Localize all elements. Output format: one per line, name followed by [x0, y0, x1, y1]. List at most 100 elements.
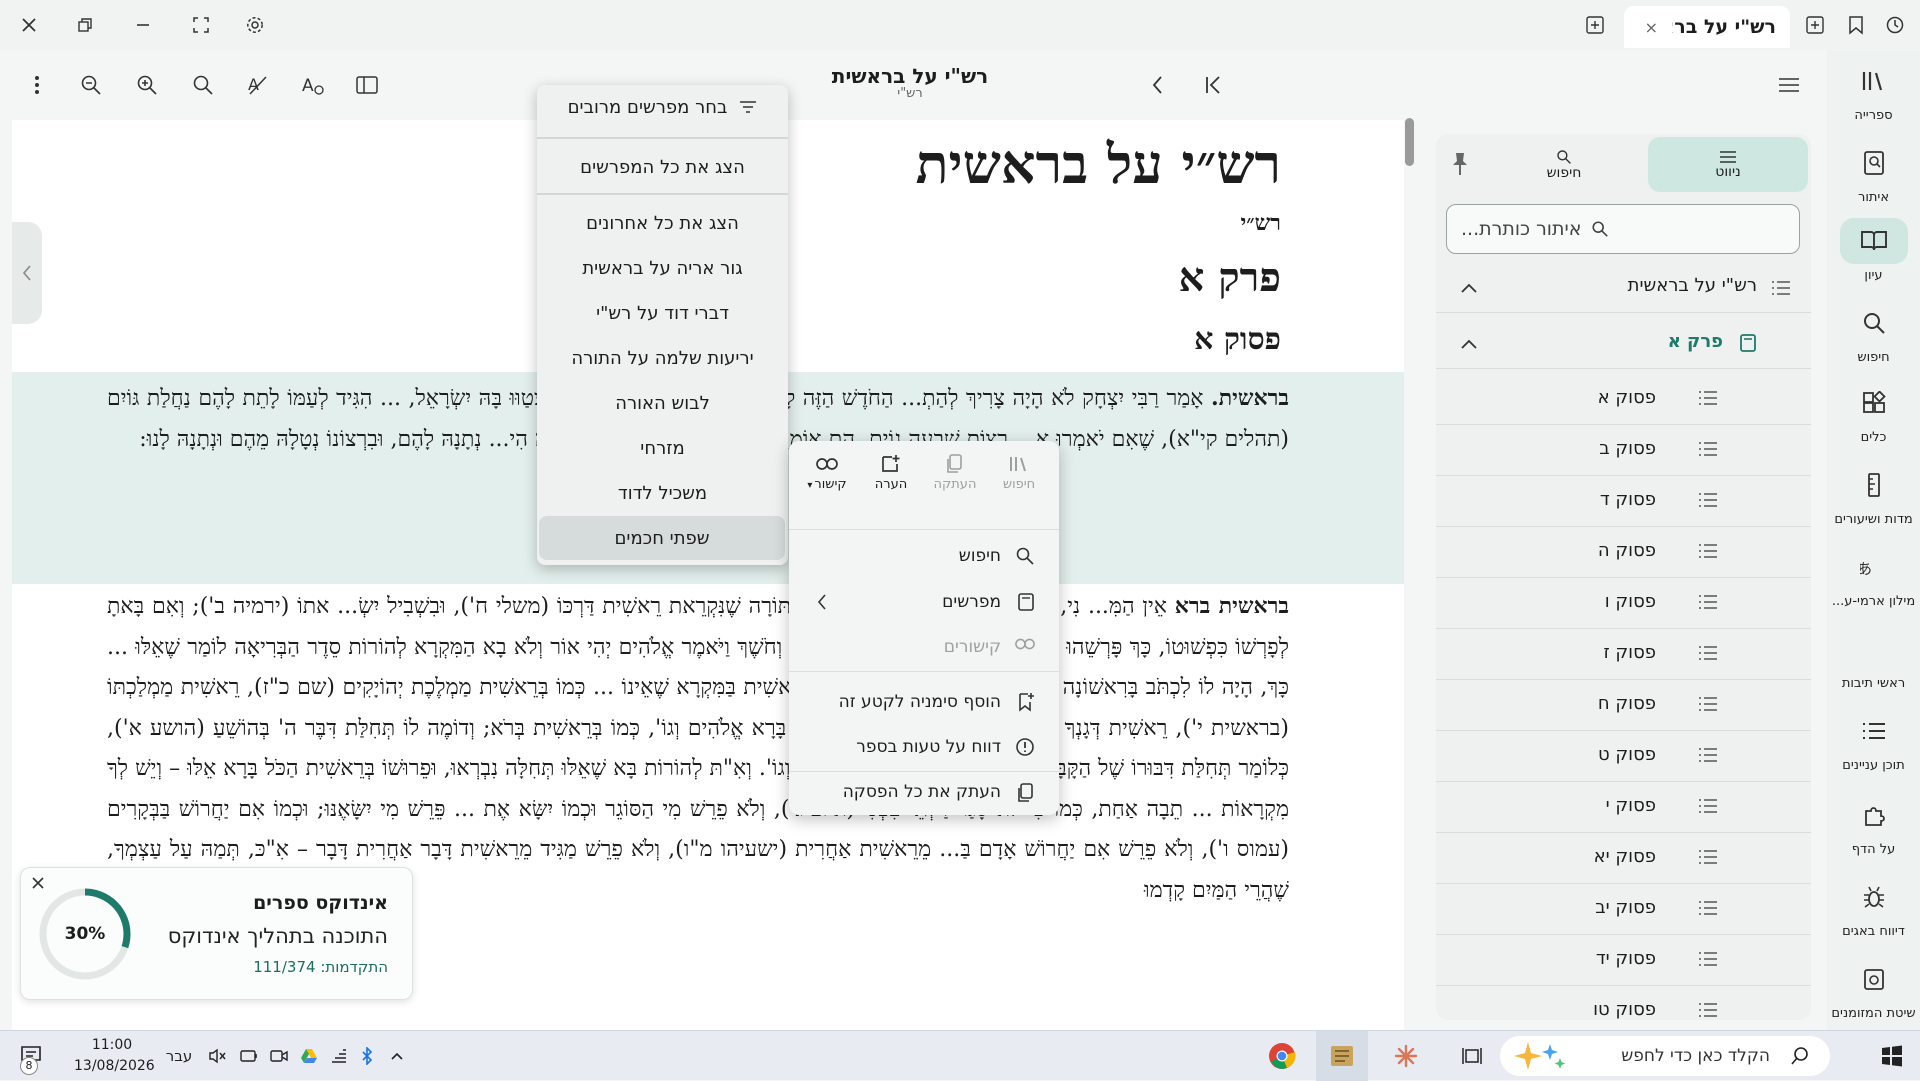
more-options-icon[interactable]	[22, 70, 52, 100]
chrome-icon[interactable]	[1262, 1031, 1302, 1081]
search-icon[interactable]	[188, 70, 218, 100]
toc-chapter-row[interactable]: פרק א	[1436, 318, 1811, 369]
rail-measures[interactable]: מדות ושיעורים	[1827, 462, 1920, 527]
clock[interactable]: 11:00 13/08/2026	[74, 1035, 155, 1077]
commentator-item[interactable]: לבוש האורה	[537, 381, 788, 425]
rail-table-of-contents[interactable]: תוכן עניינים	[1827, 708, 1920, 773]
list-icon	[1699, 901, 1717, 915]
fullscreen-icon[interactable]	[186, 10, 216, 40]
split-view-icon[interactable]	[352, 70, 382, 100]
book-tab[interactable]: × רש"י על בראשית	[1624, 6, 1790, 48]
tab-search[interactable]: חיפוש	[1484, 137, 1644, 192]
list-icon	[1699, 595, 1717, 609]
collapse-panel-handle[interactable]	[12, 222, 42, 324]
commentator-item[interactable]: דברי דוד על רש"י	[537, 291, 788, 335]
claude-app-icon[interactable]	[1386, 1031, 1426, 1081]
rail-study[interactable]: עיון	[1827, 218, 1920, 283]
rail-dictionary[interactable]: aあ מילון ארמי-ע...	[1827, 544, 1920, 609]
quick-link-action[interactable]: קישור▾	[797, 451, 857, 492]
wifi-icon[interactable]	[326, 1031, 352, 1081]
commentator-item[interactable]: גור אריה על בראשית	[537, 246, 788, 290]
zoom-out-icon[interactable]	[76, 70, 106, 100]
restore-window-icon[interactable]	[70, 10, 100, 40]
chevron-up-icon[interactable]	[1460, 338, 1478, 350]
last-page-icon[interactable]	[1199, 70, 1229, 100]
language-indicator[interactable]: עבר	[164, 1031, 194, 1081]
chevron-up-icon[interactable]	[1460, 282, 1478, 294]
taskbar-search[interactable]: הקלד כאן כדי לחפש	[1500, 1036, 1830, 1076]
toc-verse-row[interactable]: פסוק ו	[1436, 578, 1811, 629]
toc-verse-row[interactable]: פסוק ח	[1436, 680, 1811, 731]
commentator-item[interactable]: יריעות שלמה על התורה	[537, 336, 788, 380]
ctx-links[interactable]: קישורים	[789, 626, 1059, 670]
rail-on-page[interactable]: על הדף	[1827, 792, 1920, 857]
toc-verse-label: פסוק א	[1597, 387, 1656, 408]
choose-multiple-commentators[interactable]: בחר מפרשים מרובים	[537, 85, 788, 129]
commentator-item-hovered[interactable]: שפתי חכמים	[539, 516, 785, 560]
show-all-commentators[interactable]: הצג את כל המפרשים	[537, 145, 788, 189]
toc-verse-row[interactable]: פסוק טו	[1436, 986, 1811, 1020]
toc-verse-row[interactable]: פסוק ז	[1436, 629, 1811, 680]
rail-tools[interactable]: כלים	[1827, 380, 1920, 445]
tab-navigation[interactable]: ניווט	[1648, 137, 1808, 192]
title-search-input[interactable]: איתור כותרת...	[1446, 204, 1800, 254]
commentator-item[interactable]: משכיל לדוד	[537, 471, 788, 515]
otzaria-app-icon[interactable]	[1316, 1031, 1368, 1081]
ctx-commentators[interactable]: מפרשים	[789, 581, 1059, 625]
history-icon[interactable]	[1880, 10, 1910, 40]
pin-icon[interactable]	[1450, 151, 1470, 177]
rail-find[interactable]: איתור	[1827, 140, 1920, 205]
ctx-search[interactable]: חיפוש	[789, 535, 1059, 579]
rail-report-bugs[interactable]: דיווח באגים	[1827, 874, 1920, 939]
nikud-toggle-icon[interactable]: A	[243, 70, 273, 100]
toc-verse-row[interactable]: פסוק ט	[1436, 731, 1811, 782]
chevron-up-icon[interactable]	[384, 1031, 410, 1081]
rail-abbreviations[interactable]: ” ראשי תיבות	[1827, 626, 1920, 691]
hamburger-menu-icon[interactable]	[1774, 70, 1804, 100]
windows-start-icon[interactable]	[1870, 1031, 1914, 1081]
author-heading: רש״י	[1240, 210, 1281, 236]
bluetooth-icon[interactable]	[356, 1031, 378, 1081]
toc-verse-row[interactable]: פסוק א	[1436, 374, 1811, 425]
ctx-copy-paragraph[interactable]: העתק את כל הפסקה	[789, 771, 1059, 815]
chevron-left-icon[interactable]	[1143, 70, 1173, 100]
clock-date: 13/08/2026	[74, 1058, 155, 1074]
toc-verse-row[interactable]: פסוק ב	[1436, 425, 1811, 476]
toc-verse-row[interactable]: פסוק יא	[1436, 833, 1811, 884]
tab-close-icon[interactable]: ×	[1645, 18, 1658, 37]
toc-verse-row[interactable]: פסוק יד	[1436, 935, 1811, 986]
quick-note-action[interactable]: הערה	[861, 451, 921, 492]
new-tab-icon[interactable]	[1580, 10, 1610, 40]
rail-search[interactable]: חיפוש	[1827, 300, 1920, 365]
add-tab-icon[interactable]	[1800, 10, 1830, 40]
zoom-in-icon[interactable]	[132, 70, 162, 100]
rail-library[interactable]: ספרייה	[1827, 58, 1920, 123]
quick-copy-action[interactable]: העתקה	[925, 451, 985, 492]
scrollbar-thumb[interactable]	[1405, 118, 1414, 166]
drive-icon[interactable]	[296, 1031, 322, 1081]
commentator-item[interactable]: מזרחי	[537, 426, 788, 470]
toc-verse-row[interactable]: פסוק יב	[1436, 884, 1811, 935]
toc-verse-row[interactable]: פסוק י	[1436, 782, 1811, 833]
chevron-left-icon	[817, 593, 827, 611]
meet-now-icon[interactable]	[266, 1031, 292, 1081]
ctx-add-bookmark[interactable]: הוסף סימניה לקטע זה	[789, 681, 1059, 725]
calendar-icon	[1840, 956, 1908, 1002]
bookmark-icon[interactable]	[1841, 10, 1871, 40]
rail-zmanim[interactable]: שיטת המזומנים	[1827, 956, 1920, 1021]
battery-icon[interactable]	[236, 1031, 262, 1081]
toc-verse-row[interactable]: פסוק ה	[1436, 527, 1811, 578]
task-view-icon[interactable]	[1452, 1031, 1492, 1081]
toc-verse-row[interactable]: פסוק ד	[1436, 476, 1811, 527]
menu-divider	[789, 529, 1059, 530]
minimize-window-icon[interactable]	[128, 10, 158, 40]
quick-search-action[interactable]: חיפוש	[989, 451, 1049, 492]
settings-gear-icon[interactable]	[240, 10, 270, 40]
font-settings-icon[interactable]: A	[298, 70, 328, 100]
toc-book-row[interactable]: רש"י על בראשית	[1436, 262, 1811, 313]
volume-muted-icon[interactable]	[204, 1031, 230, 1081]
show-all-acharonim[interactable]: הצג את כל אחרונים	[537, 201, 788, 245]
close-window-icon[interactable]	[14, 10, 44, 40]
filter-icon	[740, 101, 757, 113]
ctx-report-error[interactable]: דווח על טעות בספר	[789, 726, 1059, 770]
